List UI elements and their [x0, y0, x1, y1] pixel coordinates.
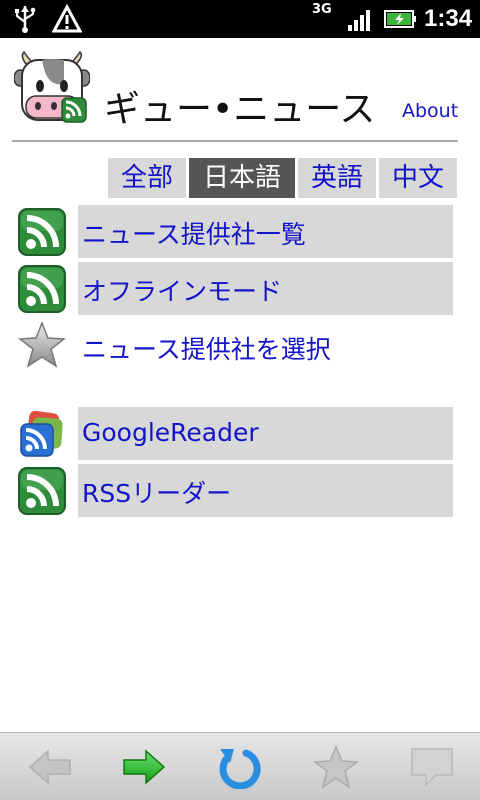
usb-icon	[15, 6, 36, 33]
network-type-label: 3G	[312, 2, 332, 17]
comment-icon[interactable]	[408, 745, 456, 789]
menu-item-label: GoogleReader	[82, 418, 259, 447]
tab-japanese[interactable]: 日本語	[189, 158, 295, 198]
rss-icon	[18, 467, 66, 515]
forward-arrow-icon[interactable]	[120, 745, 168, 789]
clock: 1:34	[424, 5, 473, 32]
tab-chinese[interactable]: 中文	[379, 158, 457, 198]
menu-item-label: RSSリーダー	[82, 479, 232, 508]
tab-all[interactable]: 全部	[108, 158, 186, 198]
rss-icon	[18, 265, 66, 313]
menu-item-label: ニュース提供社一覧	[82, 220, 306, 249]
bottom-toolbar	[0, 732, 480, 800]
status-bar: 3G 1:34	[0, 0, 480, 38]
signal-icon	[348, 10, 370, 31]
favorite-star-icon[interactable]	[312, 745, 360, 789]
menu-item-label: オフラインモード	[82, 277, 283, 306]
refresh-icon[interactable]	[216, 745, 264, 789]
star-icon	[18, 321, 66, 368]
rss-icon	[18, 208, 66, 256]
header-divider	[12, 140, 458, 142]
tab-english[interactable]: 英語	[298, 158, 376, 198]
battery-charging-icon	[384, 10, 416, 28]
menu-item-label: ニュース提供社を選択	[82, 335, 331, 364]
about-link[interactable]: About	[402, 100, 458, 122]
google-reader-icon	[20, 410, 63, 457]
warning-icon	[52, 4, 82, 33]
cow-rss-logo-icon	[14, 50, 90, 123]
app-title: ギュー•ニュース	[104, 89, 376, 130]
back-arrow-icon[interactable]	[26, 745, 74, 789]
